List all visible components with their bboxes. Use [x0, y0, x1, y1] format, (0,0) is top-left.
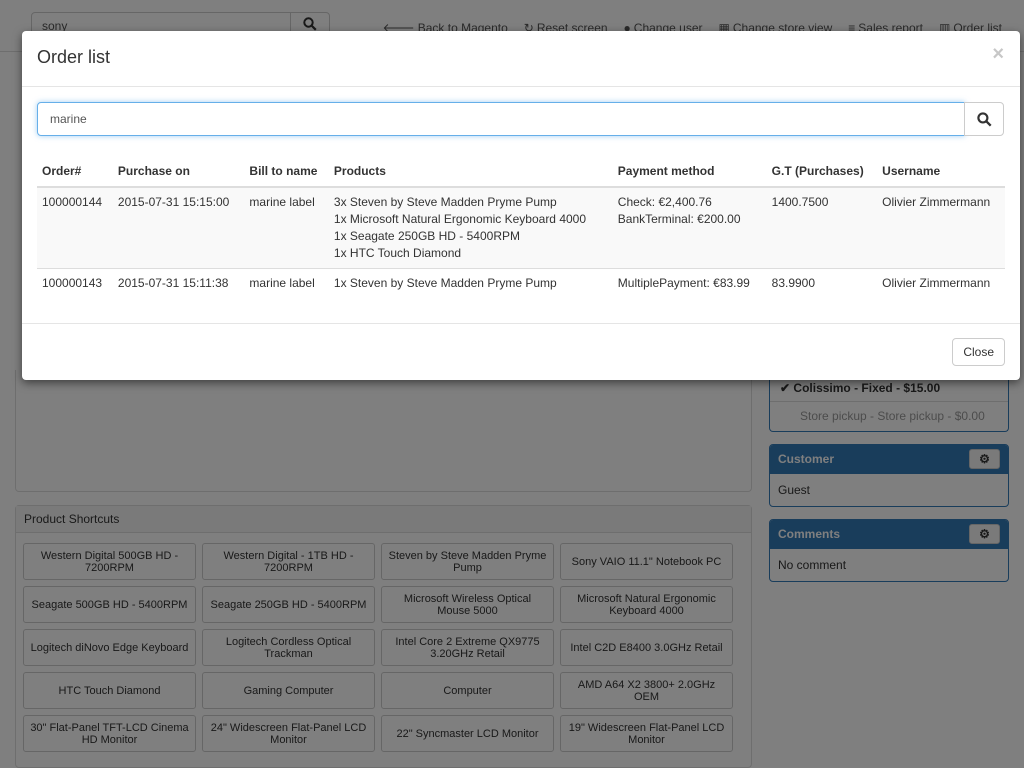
username: Olivier Zimmermann — [877, 268, 1005, 298]
grand-total: 83.9900 — [766, 268, 878, 298]
payment-line: MultiplePayment: €83.99 — [617, 276, 750, 290]
product-line: 1x HTC Touch Diamond — [333, 246, 462, 260]
product-line: 1x Steven by Steve Madden Pryme Pump — [333, 276, 557, 290]
grand-total: 1400.7500 — [766, 186, 878, 269]
column-header: Order# — [37, 150, 113, 188]
column-header: Purchase on — [112, 150, 245, 188]
bill-to-name: marine label — [244, 186, 329, 269]
products-cell: 1x Steven by Steve Madden Pryme Pump — [328, 268, 613, 298]
table-header-row: Order# Purchase on Bill to name Products… — [37, 150, 1005, 188]
purchase-date: 2015-07-31 15:15:00 — [112, 186, 245, 269]
column-header: Bill to name — [244, 150, 329, 188]
purchase-date: 2015-07-31 15:11:38 — [112, 268, 245, 298]
column-header: Payment method — [612, 150, 767, 188]
order-number: 100000144 — [37, 186, 113, 269]
order-search-button[interactable] — [964, 102, 1004, 136]
product-line: 1x Seagate 250GB HD - 5400RPM — [333, 229, 520, 243]
username: Olivier Zimmermann — [877, 186, 1005, 269]
modal-body: Order# Purchase on Bill to name Products… — [22, 87, 1020, 323]
column-header: G.T (Purchases) — [766, 150, 878, 188]
order-search-row — [37, 102, 1004, 136]
products-cell: 3x Steven by Steve Madden Pryme Pump 1x … — [328, 186, 613, 269]
modal-header: Order list × — [22, 31, 1020, 87]
payment-cell: MultiplePayment: €83.99 — [612, 268, 767, 298]
product-line: 3x Steven by Steve Madden Pryme Pump — [333, 195, 557, 209]
column-header: Username — [877, 150, 1005, 188]
close-button[interactable]: Close — [952, 338, 1005, 366]
table-row[interactable]: 100000144 2015-07-31 15:15:00 marine lab… — [37, 186, 1005, 269]
modal-title: Order list — [37, 47, 111, 67]
table-row[interactable]: 100000143 2015-07-31 15:11:38 marine lab… — [37, 268, 1005, 298]
orders-table: Order# Purchase on Bill to name Products… — [37, 150, 1005, 298]
modal-footer: Close — [22, 323, 1020, 380]
order-search-input[interactable] — [37, 102, 965, 136]
order-list-modal: Order list × Order# Purchase on Bill to … — [22, 31, 1020, 380]
payment-cell: Check: €2,400.76 BankTerminal: €200.00 — [612, 186, 767, 269]
bill-to-name: marine label — [244, 268, 329, 298]
order-number: 100000143 — [37, 268, 113, 298]
payment-line: Check: €2,400.76 — [617, 195, 712, 209]
search-icon — [976, 111, 992, 127]
close-icon[interactable]: × — [992, 44, 1004, 64]
column-header: Products — [328, 150, 613, 188]
payment-line: BankTerminal: €200.00 — [617, 212, 741, 226]
product-line: 1x Microsoft Natural Ergonomic Keyboard … — [333, 212, 587, 226]
